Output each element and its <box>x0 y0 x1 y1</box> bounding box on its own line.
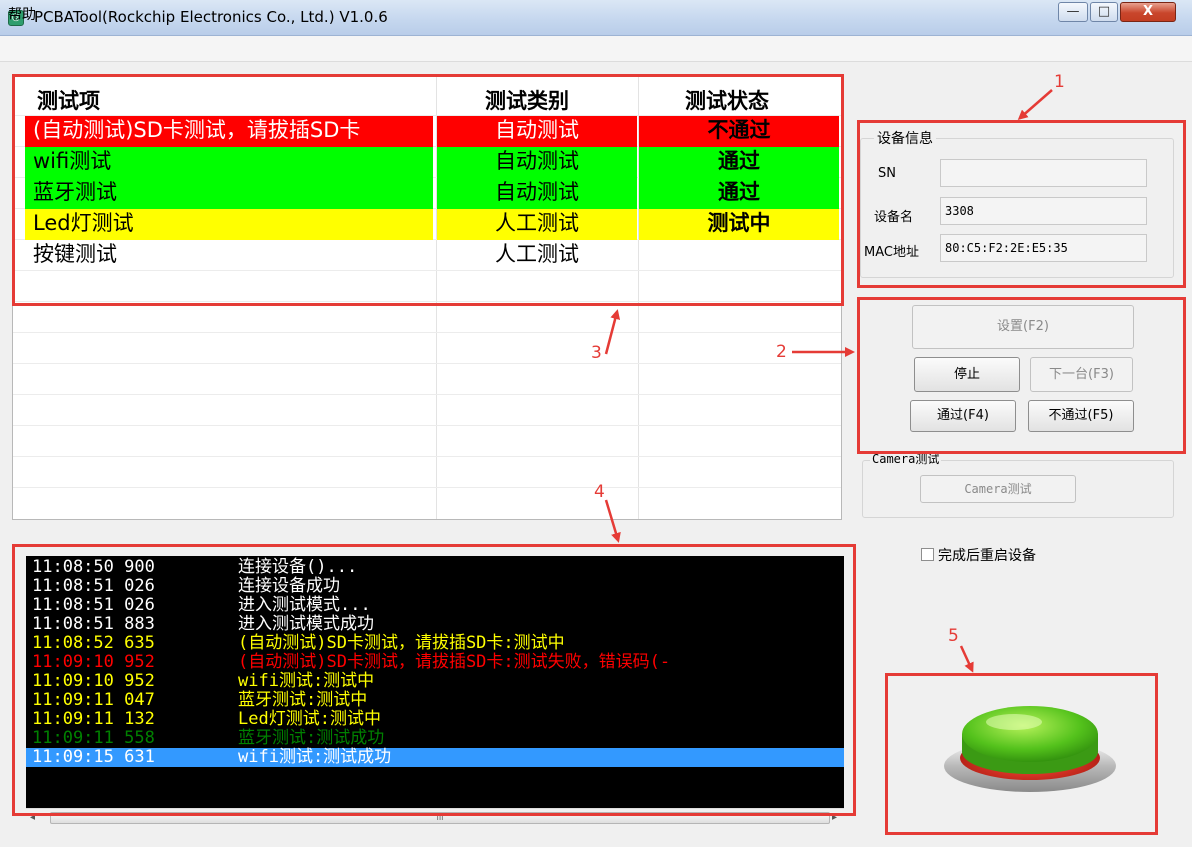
reboot-checkbox-label[interactable]: 完成后重启设备 <box>938 545 1036 565</box>
row-divider <box>13 456 841 457</box>
annotation-box-5 <box>885 673 1158 835</box>
row-divider <box>13 487 841 488</box>
camera-test-button[interactable]: Camera测试 <box>920 475 1076 503</box>
annotation-arrow-5 <box>959 645 974 673</box>
annotation-box-4 <box>12 544 856 816</box>
annotation-box-3 <box>12 74 844 306</box>
annotation-box-1 <box>857 120 1186 288</box>
annotation-label-2: 2 <box>776 342 787 362</box>
menu-help[interactable]: 帮助 <box>6 4 38 24</box>
reboot-checkbox[interactable] <box>921 548 934 561</box>
annotation-label-4: 4 <box>594 482 605 502</box>
row-divider <box>13 394 841 395</box>
row-divider <box>13 363 841 364</box>
annotation-arrow-1 <box>1017 89 1053 120</box>
annotation-box-2 <box>857 297 1186 454</box>
row-divider <box>13 425 841 426</box>
maximize-button[interactable]: □ <box>1090 2 1118 22</box>
window-title: PCBATool(Rockchip Electronics Co., Ltd.)… <box>34 8 388 26</box>
annotation-label-5: 5 <box>948 626 959 646</box>
annotation-label-1: 1 <box>1054 72 1065 92</box>
close-button[interactable]: X <box>1120 2 1176 22</box>
annotation-label-3: 3 <box>591 343 602 363</box>
row-divider <box>13 332 841 333</box>
minimize-button[interactable]: — <box>1058 2 1088 22</box>
menu-bar <box>0 36 1192 62</box>
